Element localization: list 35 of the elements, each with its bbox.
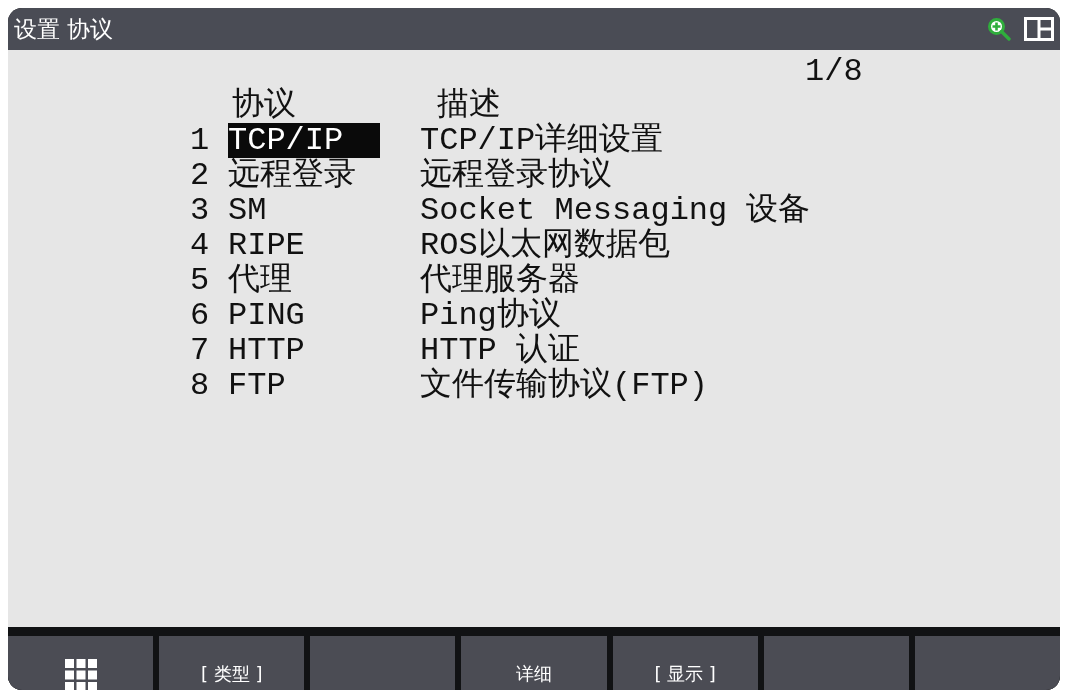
row-number: 5 xyxy=(190,263,210,298)
zoom-in-icon[interactable] xyxy=(987,17,1011,41)
split-layout-icon[interactable] xyxy=(1024,17,1054,41)
protocol-item[interactable]: SM xyxy=(228,193,380,228)
protocol-item[interactable]: PING xyxy=(228,298,380,333)
protocol-description: 代理服务器 xyxy=(420,263,580,298)
menu-button[interactable] xyxy=(8,636,154,690)
row-number: 2 xyxy=(190,158,210,193)
page-indicator: 1/8 xyxy=(805,53,863,90)
protocol-item[interactable]: 代理 xyxy=(228,263,380,298)
row-number: 3 xyxy=(190,193,210,228)
column-header: 描述 xyxy=(436,88,501,123)
protocol-description: 远程登录协议 xyxy=(420,158,612,193)
protocol-item[interactable]: RIPE xyxy=(228,228,380,263)
column-header: 协议 xyxy=(231,88,296,123)
row-number: 1 xyxy=(190,123,210,158)
softkey-button[interactable]: [ 类型 ] xyxy=(159,636,305,690)
screen-title: 设置 协议 xyxy=(14,15,114,43)
protocol-item[interactable]: 远程登录 xyxy=(228,158,380,193)
row-number: 6 xyxy=(190,298,210,333)
protocol-item[interactable]: HTTP xyxy=(228,333,380,368)
protocol-description: TCP/IP详细设置 xyxy=(420,123,664,158)
protocol-description: ROS以太网数据包 xyxy=(420,228,670,263)
protocol-description: 文件传输协议(FTP) xyxy=(420,368,708,403)
protocol-description: Ping协议 xyxy=(420,298,561,333)
softkey-button[interactable]: [ 显示 ] xyxy=(612,636,758,690)
grid-icon xyxy=(64,659,97,690)
protocol-item[interactable]: FTP xyxy=(228,368,380,403)
softkey-button[interactable]: 详细 xyxy=(461,636,607,690)
row-number: 7 xyxy=(190,333,210,368)
protocol-item[interactable]: TCP/IP xyxy=(228,123,380,158)
row-number: 8 xyxy=(190,368,210,403)
protocol-description: HTTP 认证 xyxy=(420,333,580,368)
protocol-description: Socket Messaging 设备 xyxy=(420,193,811,228)
row-number: 4 xyxy=(190,228,210,263)
